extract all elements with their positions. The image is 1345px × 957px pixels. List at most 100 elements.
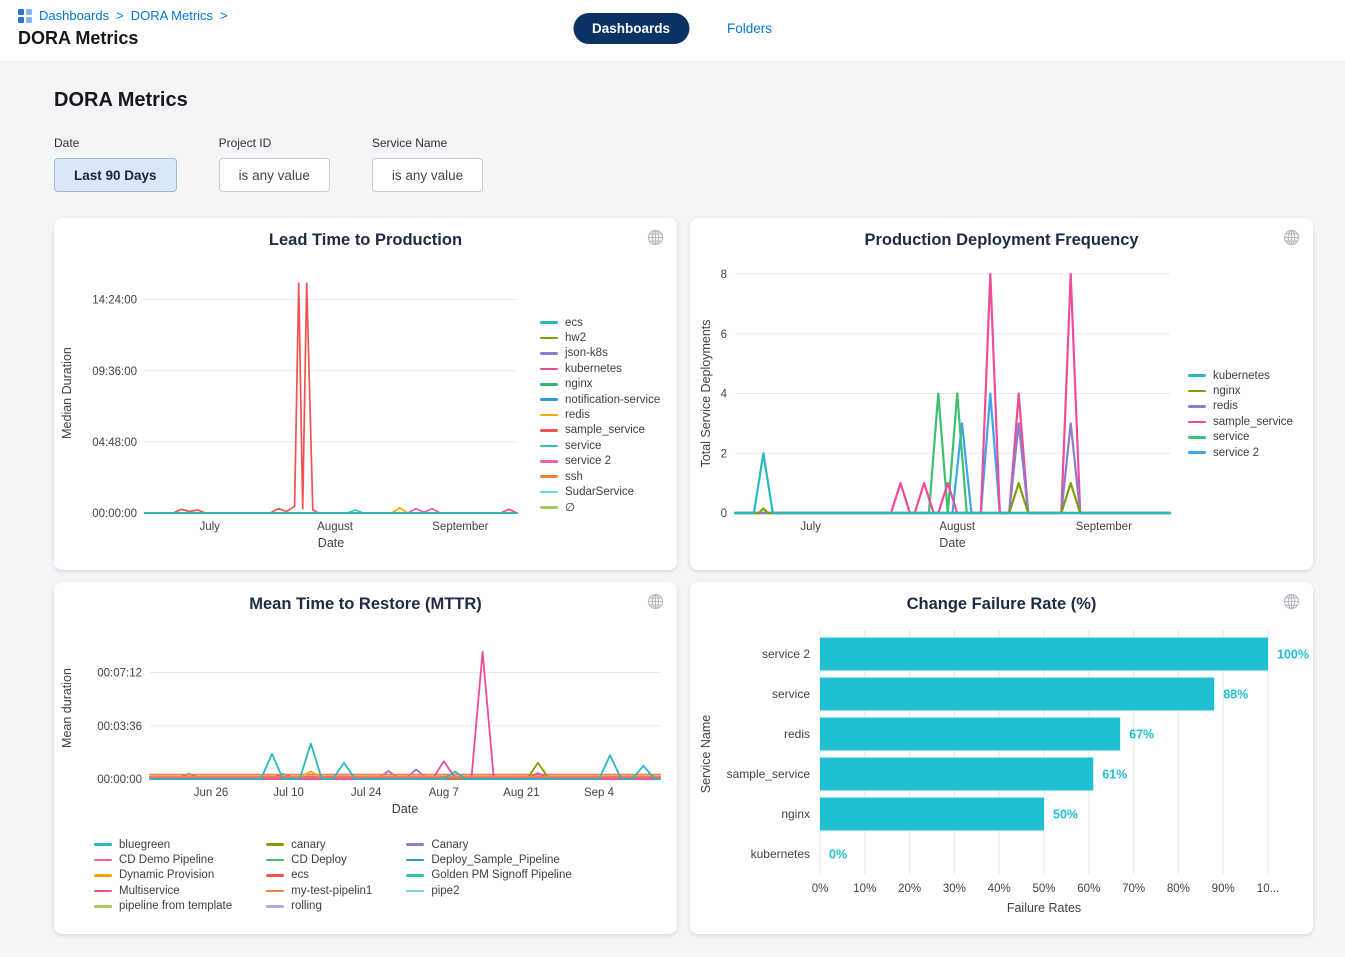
legend-item[interactable]: json-k8s (540, 346, 660, 361)
legend-swatch (266, 859, 284, 862)
legend-item[interactable]: service (540, 438, 660, 453)
filter-project-id: Project ID is any value (219, 136, 330, 192)
legend-swatch (540, 368, 558, 371)
legend-item[interactable]: redis (540, 407, 660, 422)
legend-item[interactable]: my-test-pipelin1 (266, 883, 406, 898)
breadcrumb-link-dora-metrics[interactable]: DORA Metrics (131, 8, 213, 23)
legend-label: nginx (565, 378, 593, 390)
legend-swatch (540, 506, 558, 509)
tab-dashboards[interactable]: Dashboards (573, 13, 689, 44)
svg-text:00:00:00: 00:00:00 (97, 774, 142, 786)
legend-item[interactable]: sample_service (540, 423, 660, 438)
legend-swatch (94, 890, 112, 893)
change-failure-rate-chart[interactable]: 0%10%20%30%40%50%60%70%80%90%10...100%se… (690, 582, 1313, 934)
legend-item[interactable]: notification-service (540, 392, 660, 407)
legend-item[interactable]: canary (266, 837, 406, 852)
breadcrumb-separator: > (116, 8, 124, 23)
filter-service-name-value-button[interactable]: is any value (372, 158, 483, 192)
legend-item[interactable]: nginx (540, 377, 660, 392)
globe-icon[interactable] (1283, 593, 1300, 610)
svg-text:30%: 30% (943, 883, 966, 895)
legend-item[interactable]: ecs (266, 868, 406, 883)
legend-item[interactable]: bluegreen (94, 837, 266, 852)
legend-item[interactable]: pipeline from template (94, 899, 266, 914)
legend-item[interactable]: Dynamic Provision (94, 868, 266, 883)
svg-text:Aug 21: Aug 21 (503, 787, 539, 799)
legend-item[interactable]: kubernetes (540, 361, 660, 376)
header-tabs: Dashboards Folders (573, 13, 772, 44)
legend-item[interactable]: nginx (1188, 383, 1293, 398)
legend-label: sample_service (1213, 416, 1293, 428)
svg-text:100%: 100% (1277, 648, 1309, 662)
legend-item[interactable]: Multiservice (94, 883, 266, 898)
legend-swatch (406, 859, 424, 862)
breadcrumb: Dashboards > DORA Metrics > (18, 8, 228, 23)
legend-item[interactable]: hw2 (540, 330, 660, 345)
legend-label: json-k8s (565, 347, 608, 359)
filter-project-id-label: Project ID (219, 136, 330, 150)
legend-label: ssh (565, 471, 583, 483)
svg-text:40%: 40% (988, 883, 1011, 895)
chart-title: Change Failure Rate (%) (690, 595, 1313, 614)
legend-item[interactable]: rolling (266, 899, 406, 914)
legend-label: redis (565, 409, 590, 421)
svg-text:July: July (199, 521, 220, 533)
filter-project-id-value-button[interactable]: is any value (219, 158, 330, 192)
legend-item[interactable]: sample_service (1188, 414, 1293, 429)
legend-item[interactable]: ∅ (540, 500, 660, 515)
filter-service-name-label: Service Name (372, 136, 483, 150)
globe-icon[interactable] (647, 593, 664, 610)
mttr-legend: bluegreenCD Demo PipelineDynamic Provisi… (94, 837, 606, 915)
legend-label: ∅ (565, 500, 575, 514)
svg-text:04:48:00: 04:48:00 (92, 437, 137, 449)
legend-item[interactable]: CD Deploy (266, 852, 406, 867)
filter-date: Date Last 90 Days (54, 136, 177, 192)
legend-label: Deploy_Sample_Pipeline (431, 854, 560, 866)
svg-text:10...: 10... (1257, 883, 1279, 895)
globe-icon[interactable] (647, 229, 664, 246)
legend-label: CD Deploy (291, 854, 347, 866)
filter-date-value-button[interactable]: Last 90 Days (54, 158, 177, 192)
svg-text:sample_service: sample_service (727, 767, 811, 781)
svg-text:July: July (800, 521, 821, 533)
chart-title: Mean Time to Restore (MTTR) (54, 595, 677, 614)
breadcrumb-link-dashboards[interactable]: Dashboards (39, 8, 109, 23)
legend-item[interactable]: service 2 (1188, 445, 1293, 460)
svg-text:September: September (432, 521, 488, 533)
tab-folders[interactable]: Folders (727, 21, 772, 36)
svg-text:10%: 10% (853, 883, 876, 895)
legend-item[interactable]: CD Demo Pipeline (94, 852, 266, 867)
legend-item[interactable]: service 2 (540, 454, 660, 469)
legend-item[interactable]: SudarService (540, 484, 660, 499)
globe-icon[interactable] (1283, 229, 1300, 246)
page-title: DORA Metrics (54, 89, 1345, 112)
legend-swatch (1188, 390, 1206, 393)
svg-text:09:36:00: 09:36:00 (92, 366, 137, 378)
legend-swatch (94, 874, 112, 877)
legend-item[interactable]: Golden PM Signoff Pipeline (406, 868, 605, 883)
legend-swatch (266, 874, 284, 877)
svg-text:0%: 0% (812, 883, 829, 895)
legend-item[interactable]: redis (1188, 399, 1293, 414)
svg-text:70%: 70% (1122, 883, 1145, 895)
legend-item[interactable]: Canary (406, 837, 605, 852)
svg-text:Jul 10: Jul 10 (273, 787, 304, 799)
panel-change-failure-rate: 0%10%20%30%40%50%60%70%80%90%10...100%se… (690, 582, 1313, 934)
svg-text:August: August (939, 521, 976, 533)
legend-label: service 2 (1213, 447, 1259, 459)
legend-swatch (266, 843, 284, 846)
svg-text:00:00:00: 00:00:00 (92, 508, 137, 520)
legend-item[interactable]: service (1188, 430, 1293, 445)
svg-text:service 2: service 2 (762, 647, 810, 661)
legend-item[interactable]: ecs (540, 315, 660, 330)
dashboard-content: DORA Metrics Date Last 90 Days Project I… (0, 89, 1345, 934)
panel-grid: 00:00:0004:48:0009:36:0014:24:00JulyAugu… (54, 218, 1345, 934)
legend-item[interactable]: Deploy_Sample_Pipeline (406, 852, 605, 867)
svg-text:6: 6 (721, 329, 727, 341)
legend-item[interactable]: kubernetes (1188, 368, 1293, 383)
svg-text:September: September (1076, 521, 1132, 533)
svg-text:00:07:12: 00:07:12 (97, 668, 142, 680)
legend-item[interactable]: ssh (540, 469, 660, 484)
legend-label: redis (1213, 400, 1238, 412)
legend-item[interactable]: pipe2 (406, 883, 605, 898)
